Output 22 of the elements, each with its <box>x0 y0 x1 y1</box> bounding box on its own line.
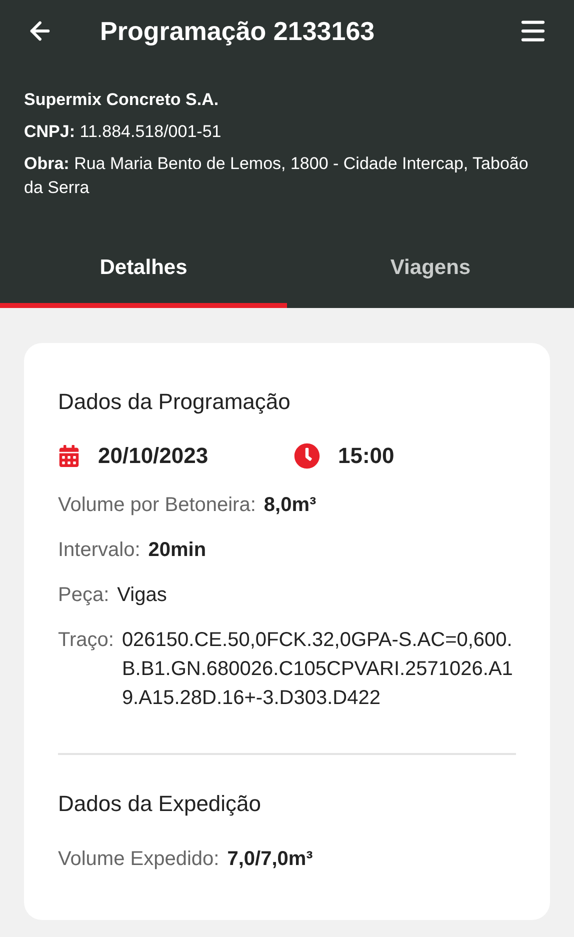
clock-icon <box>294 443 320 469</box>
field-value: 20min <box>148 538 206 563</box>
section-title: Dados da Programação <box>58 389 292 415</box>
tab[interactable]: Viagens <box>287 238 574 308</box>
field-label: Traço: <box>58 628 114 653</box>
section-title: Dados da Expedição <box>58 791 262 817</box>
field-value: 026150.CE.50,0FCK.32,0GPA-S.AC=0,600.B.B1.GN.680026.C105CPVARI.2571026.A19.A15.28D.16+-3.D303.D422 <box>122 628 514 711</box>
field-label: Peça: <box>58 583 110 608</box>
field-label: Volume por Betoneira: <box>58 493 256 518</box>
date-text: 20/10/2023 <box>98 443 208 469</box>
address-text: Obra: Rua Maria Bento de Lemos, 1800 - Cidade Intercap, Taboão da Serra <box>24 153 530 199</box>
time-text: 15:00 <box>338 443 394 469</box>
cnpj-text: CNPJ: 11.884.518/001-51 <box>24 121 222 143</box>
field-label: Intervalo: <box>58 538 140 563</box>
page-title: Programação 2133163 <box>100 16 376 46</box>
company-name: Supermix Concreto S.A. <box>24 89 220 111</box>
field-value: 7,0/7,0m³ <box>227 847 313 872</box>
field-value: Vigas <box>117 583 167 608</box>
field-value: 8,0m³ <box>264 493 316 518</box>
tab[interactable]: Detalhes <box>0 238 287 308</box>
calendar-icon <box>58 445 80 467</box>
field-label: Volume Expedido: <box>58 847 220 872</box>
